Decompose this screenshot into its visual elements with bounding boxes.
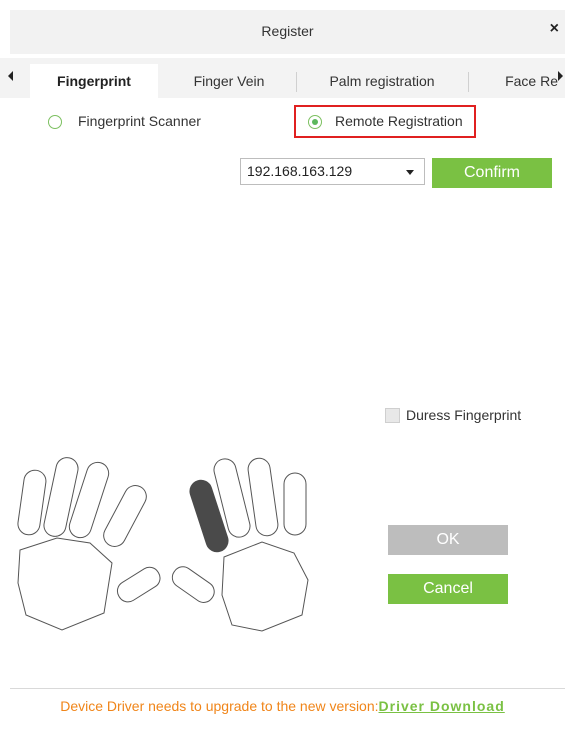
radio-remote-registration[interactable] [308,115,322,129]
close-icon[interactable]: × [550,20,559,38]
cancel-button[interactable]: Cancel [388,574,508,604]
radio-selected-dot [312,119,318,125]
ok-button[interactable]: OK [388,525,508,555]
duress-fingerprint-checkbox[interactable] [385,408,400,423]
driver-upgrade-notice: Device Driver needs to upgrade to the ne… [0,698,565,714]
left-index-finger[interactable] [100,482,150,551]
duress-fingerprint-label: Duress Fingerprint [406,407,522,423]
right-palm [221,541,309,632]
device-ip-value: 192.168.163.129 [247,163,353,179]
device-ip-select[interactable]: 192.168.163.129 [240,158,425,185]
chevron-down-icon [406,170,414,175]
tab-palm-registration[interactable]: Palm registration [298,64,466,98]
right-thumb[interactable] [168,563,218,607]
driver-download-link[interactable]: Driver Download [379,698,505,714]
register-dialog: Register × Fingerprint Finger Vein Palm … [0,0,565,749]
tab-face-registration[interactable]: Face Re [476,64,558,98]
right-pinky-finger[interactable] [283,472,307,536]
hands-diagram [17,457,309,632]
confirm-button[interactable]: Confirm [432,158,552,188]
dialog-title: Register [261,23,314,39]
left-palm [17,537,113,631]
tab-separator [296,72,297,92]
scroll-right-icon[interactable] [558,71,563,81]
scroll-left-icon[interactable] [8,71,13,81]
radio-label-remote-registration: Remote Registration [335,113,463,129]
driver-upgrade-message: Device Driver needs to upgrade to the ne… [60,698,379,714]
dialog-titlebar: Register × [10,10,565,54]
radio-fingerprint-scanner[interactable] [48,115,62,129]
radio-label-fingerprint-scanner: Fingerprint Scanner [78,113,201,129]
tab-fingerprint[interactable]: Fingerprint [30,64,158,98]
left-pinky-finger[interactable] [17,469,48,536]
left-thumb[interactable] [114,563,164,605]
tab-bar: Fingerprint Finger Vein Palm registratio… [0,58,565,98]
tab-separator [468,72,469,92]
tab-finger-vein[interactable]: Finger Vein [164,64,294,98]
right-ring-finger[interactable] [247,457,280,537]
footer-divider [10,688,565,689]
